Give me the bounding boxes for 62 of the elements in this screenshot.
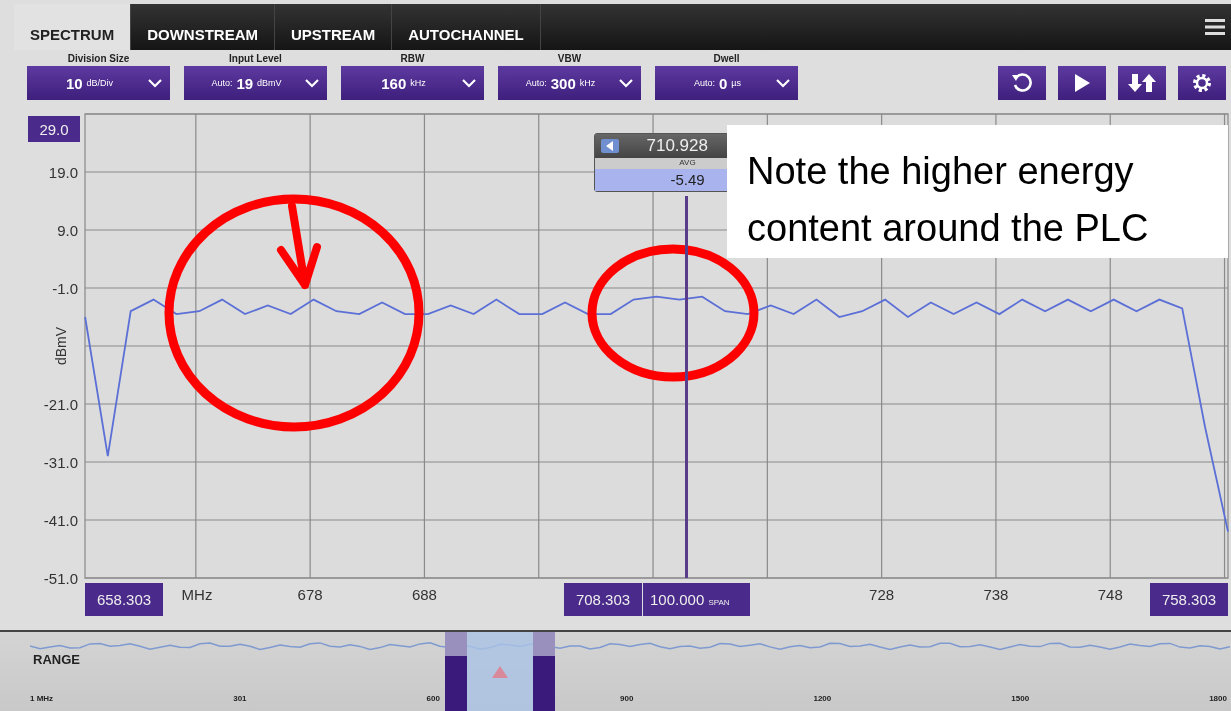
range-tick-label: 301 (233, 694, 247, 703)
range-tick-label: 900 (620, 694, 634, 703)
y-tick-label: 19.0 (48, 164, 78, 181)
gear-icon (1191, 72, 1213, 94)
chevron-icon (619, 79, 633, 88)
y-tick-label: -1.0 (52, 280, 78, 297)
setting-dropdown[interactable]: Auto: 0 µs (655, 66, 798, 100)
setting-dropdown[interactable]: 160 kHz (341, 66, 484, 100)
setting-label: Division Size (67, 52, 130, 66)
span-label[interactable]: 100.000 SPAN (643, 583, 750, 616)
range-selector[interactable] (445, 632, 555, 711)
x-axis-label: MHz (181, 586, 213, 603)
y-tick-label: 9.0 (57, 222, 78, 239)
x-tick-label: 738 (983, 586, 1009, 603)
x-tick-label: 748 (1097, 586, 1123, 603)
chevron-icon (462, 79, 476, 88)
annotation-note: Note the higher energy content around the PLC (727, 125, 1228, 258)
refresh-button[interactable] (998, 66, 1046, 100)
range-tick-label: 1 MHz (30, 694, 54, 703)
tab[interactable]: AUTOCHANNEL (392, 4, 541, 50)
setting-dropdown[interactable]: Auto: 19 dBmV (184, 66, 327, 100)
setting-dropdown[interactable]: Auto: 300 kHz (498, 66, 641, 100)
y-max-readout[interactable]: 29.0 (28, 116, 80, 142)
chevron-icon (305, 79, 319, 88)
chevron-icon (776, 79, 790, 88)
y-tick-label: -31.0 (43, 454, 78, 471)
setting-label: Dwell (713, 52, 740, 66)
menu-icon[interactable] (1205, 19, 1225, 35)
y-tick-label: -41.0 (43, 512, 78, 529)
y-tick-label: -21.0 (43, 396, 78, 413)
chevron-icon (148, 79, 162, 88)
swap-button[interactable] (1118, 66, 1166, 100)
range-label: RANGE (33, 652, 80, 667)
tab[interactable]: SPECTRUM (14, 4, 132, 50)
tab[interactable]: DOWNSTREAM (131, 4, 275, 50)
tab[interactable]: UPSTREAM (275, 4, 393, 50)
cursor-mode: AVG (678, 158, 697, 169)
triangle-icon (492, 665, 508, 678)
setting-dropdown[interactable]: 10 dB/Div (27, 66, 170, 100)
refresh-icon (1011, 72, 1033, 94)
setting-label: VBW (557, 52, 582, 66)
play-button[interactable] (1058, 66, 1106, 100)
play-icon (1072, 73, 1092, 93)
y-tick-label: -51.0 (43, 570, 78, 587)
stop-frequency-readout[interactable]: 758.303 (1150, 583, 1228, 616)
y-axis-label: dBmV (53, 326, 69, 366)
settings-button[interactable] (1178, 66, 1226, 100)
up-down-arrows-icon (1128, 72, 1156, 94)
x-tick-label: 728 (869, 586, 895, 603)
start-frequency-readout[interactable]: 658.303 (85, 583, 163, 616)
range-tick-label: 1200 (813, 694, 832, 703)
cursor-frequency: 710.928 (646, 136, 708, 156)
x-tick-label: 678 (297, 586, 323, 603)
range-handle[interactable] (445, 632, 467, 711)
range-tick-label: 1800 (1209, 694, 1227, 703)
setting-label: RBW (400, 52, 425, 66)
center-frequency-readout[interactable]: 708.303 (564, 583, 642, 616)
x-tick-label: 688 (411, 586, 437, 603)
setting-label: Input Level (229, 52, 282, 66)
range-tick-label: 1500 (1011, 694, 1030, 703)
range-tick-label: 600 (426, 694, 440, 703)
range-handle[interactable] (533, 632, 555, 711)
